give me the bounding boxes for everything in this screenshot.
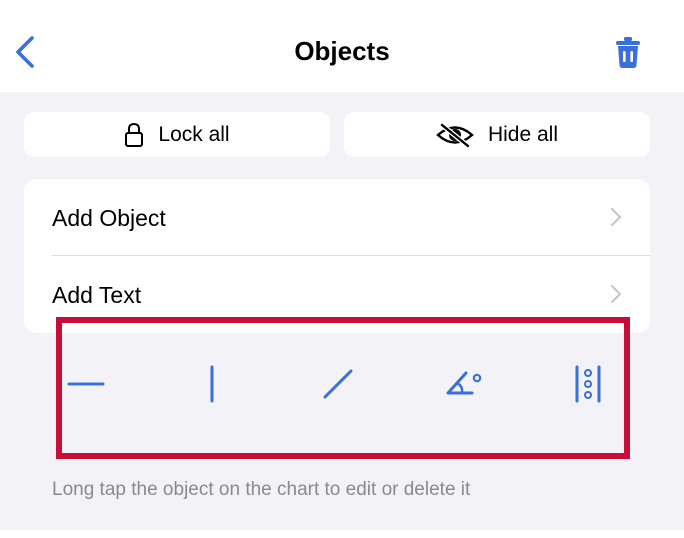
hint-text: Long tap the object on the chart to edit… bbox=[52, 479, 471, 500]
angle-icon bbox=[446, 371, 482, 395]
navigation-bar: Objects bbox=[0, 0, 684, 92]
vertical-line-icon bbox=[210, 365, 214, 403]
eye-slash-icon bbox=[436, 122, 474, 148]
horizontal-line-icon bbox=[67, 382, 105, 386]
parallel-channel-icon bbox=[575, 365, 601, 403]
page-title: Objects bbox=[294, 36, 390, 66]
hide-all-button[interactable]: Hide all bbox=[344, 112, 650, 157]
lock-all-label: Lock all bbox=[158, 122, 230, 146]
bottom-section bbox=[0, 530, 684, 538]
add-text-label: Add Text bbox=[52, 282, 142, 308]
angle-tool[interactable] bbox=[440, 362, 488, 406]
add-object-row[interactable]: Add Object bbox=[24, 179, 650, 256]
lock-icon bbox=[124, 122, 144, 148]
parallel-channel-tool[interactable] bbox=[564, 362, 612, 406]
trend-line-tool[interactable] bbox=[314, 362, 362, 406]
add-menu-card: Add Object Add Text bbox=[24, 179, 650, 333]
add-object-label: Add Object bbox=[52, 205, 166, 231]
trash-icon bbox=[616, 37, 640, 68]
lock-all-button[interactable]: Lock all bbox=[24, 112, 330, 157]
trend-line-icon bbox=[323, 369, 353, 399]
chevron-right-icon bbox=[610, 284, 622, 309]
horizontal-line-tool[interactable] bbox=[62, 362, 110, 406]
delete-all-button[interactable] bbox=[610, 32, 646, 72]
vertical-line-tool[interactable] bbox=[188, 362, 236, 406]
hide-all-label: Hide all bbox=[487, 122, 559, 146]
chevron-right-icon bbox=[610, 207, 622, 232]
